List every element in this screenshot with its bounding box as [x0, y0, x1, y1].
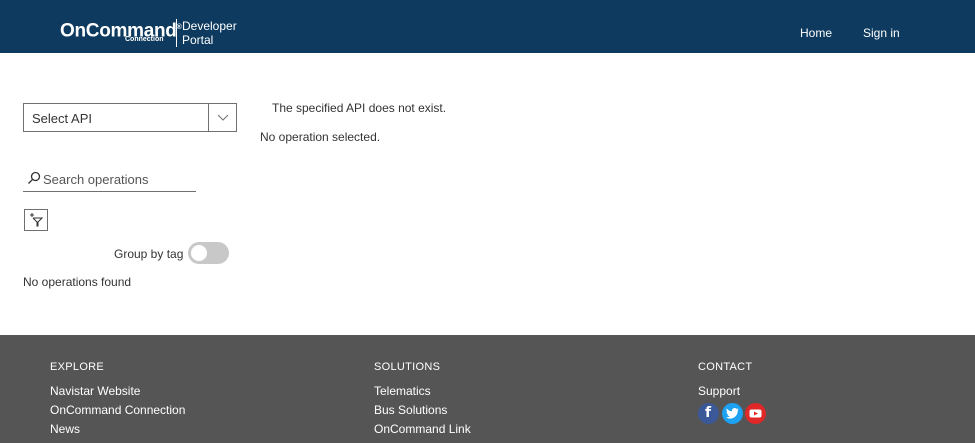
- footer-explore-column: EXPLORE Navistar Website OnCommand Conne…: [50, 361, 185, 441]
- footer-link-news[interactable]: News: [50, 422, 185, 436]
- search-icon: [28, 171, 41, 184]
- footer-solutions-column: SOLUTIONS Telematics Bus Solutions OnCom…: [374, 361, 471, 441]
- footer-link-navistar-website[interactable]: Navistar Website: [50, 384, 185, 398]
- no-operation-selected-message: No operation selected.: [260, 130, 381, 144]
- group-by-tag-label: Group by tag: [114, 247, 184, 261]
- footer-link-oncommand-link[interactable]: OnCommand Link: [374, 422, 471, 436]
- social-links: f: [698, 403, 766, 425]
- nav-sign-in-link[interactable]: Sign in: [863, 26, 900, 40]
- select-api-toggle[interactable]: [208, 104, 236, 131]
- toggle-knob: [191, 245, 207, 261]
- select-api-dropdown[interactable]: Select API: [23, 103, 237, 132]
- portal-title: Developer Portal: [182, 19, 237, 47]
- chevron-down-icon: [217, 114, 229, 121]
- logo-registered-mark: ®: [176, 24, 182, 31]
- api-not-exist-message: The specified API does not exist.: [272, 101, 447, 115]
- select-api-label: Select API: [32, 111, 92, 126]
- footer-solutions-heading: SOLUTIONS: [374, 361, 441, 373]
- logo-divider: [176, 19, 177, 47]
- footer-contact-column: CONTACT Support f: [698, 361, 766, 425]
- filter-icon: [30, 213, 43, 227]
- portal-title-line1: Developer: [182, 19, 237, 33]
- no-operations-message: No operations found: [23, 275, 132, 289]
- logo-sub-text: Connection: [125, 36, 164, 43]
- site-header: OnCommand® Connection Developer Portal H…: [0, 0, 975, 53]
- facebook-icon[interactable]: f: [698, 403, 719, 424]
- footer-link-bus-solutions[interactable]: Bus Solutions: [374, 403, 471, 417]
- search-operations: [23, 168, 196, 192]
- footer-link-support[interactable]: Support: [698, 384, 752, 398]
- footer-contact-heading: CONTACT: [698, 361, 753, 373]
- footer-link-telematics[interactable]: Telematics: [374, 384, 471, 398]
- twitter-icon[interactable]: [722, 403, 743, 424]
- portal-title-line2: Portal: [182, 33, 214, 47]
- site-footer: EXPLORE Navistar Website OnCommand Conne…: [0, 335, 975, 443]
- nav-home-link[interactable]: Home: [800, 26, 832, 40]
- oncommand-logo[interactable]: OnCommand® Connection: [60, 18, 182, 43]
- group-by-tag-toggle[interactable]: [188, 242, 229, 264]
- footer-explore-heading: EXPLORE: [50, 361, 105, 373]
- search-operations-input[interactable]: [43, 170, 193, 188]
- filter-button[interactable]: [24, 209, 48, 231]
- footer-link-oncommand-connection[interactable]: OnCommand Connection: [50, 403, 185, 417]
- youtube-icon[interactable]: [745, 403, 766, 424]
